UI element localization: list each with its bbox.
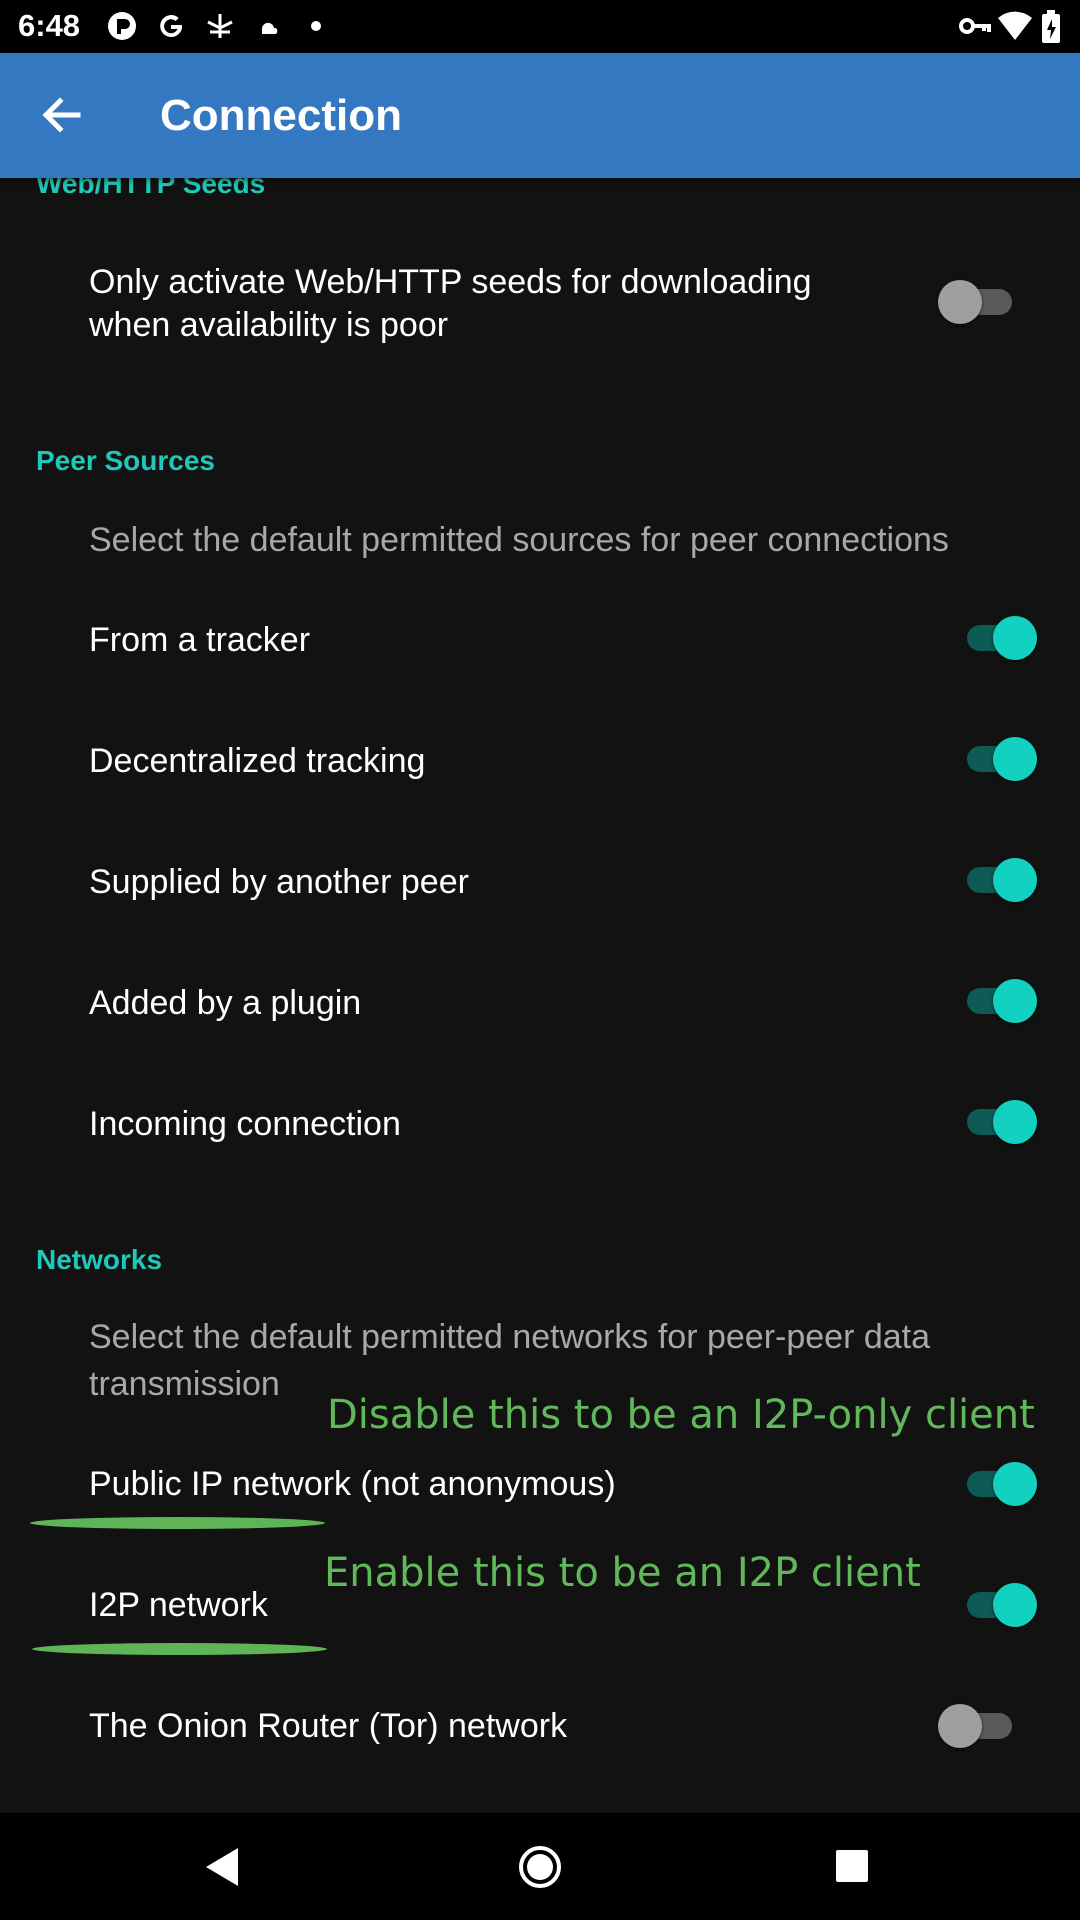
pref-title: The Onion Router (Tor) network	[89, 1707, 568, 1745]
pref-title: Only activate Web/HTTP seeds for downloa…	[89, 263, 812, 344]
i2p-network-toggle[interactable]	[959, 1581, 1039, 1629]
cloud-icon	[261, 22, 278, 34]
app-bar: Connection	[0, 53, 1080, 178]
annotation-i2p: Enable this to be an I2P client	[324, 1550, 921, 1596]
pocket-icon	[108, 12, 136, 40]
peer-sources-summary: Select the default permitted sources for…	[89, 521, 949, 559]
battery-icon	[1042, 10, 1060, 43]
pref-title: Supplied by another peer	[89, 863, 469, 901]
section-header-peer-sources: Peer Sources	[36, 445, 215, 476]
status-time: 6:48	[18, 8, 81, 43]
tor-network-toggle[interactable]	[938, 1702, 1024, 1750]
nav-home-icon[interactable]	[518, 1845, 562, 1889]
pref-title: Decentralized tracking	[89, 742, 426, 780]
status-bar: 6:48	[0, 0, 1080, 53]
vpn-key-icon	[959, 18, 991, 34]
google-icon	[160, 15, 182, 38]
annotation-underline	[32, 1643, 327, 1655]
supplied-by-peer-toggle[interactable]	[959, 856, 1039, 904]
web-seeds-toggle[interactable]	[938, 278, 1024, 326]
annotation-underline	[30, 1517, 325, 1529]
public-ip-network-toggle[interactable]	[959, 1460, 1039, 1508]
decentralized-tracking-toggle[interactable]	[959, 735, 1039, 783]
pref-title: Incoming connection	[89, 1105, 401, 1143]
added-by-plugin-toggle[interactable]	[959, 977, 1039, 1025]
nav-back-icon[interactable]	[202, 1846, 242, 1888]
pref-title: From a tracker	[89, 621, 311, 659]
from-tracker-toggle[interactable]	[959, 614, 1039, 662]
navigation-bar	[0, 1813, 1080, 1920]
pref-title: Public IP network (not anonymous)	[89, 1465, 616, 1503]
annotation-public-ip: Disable this to be an I2P-only client	[327, 1392, 1035, 1438]
settings-list[interactable]: Web/HTTP Seeds Only activate Web/HTTP se…	[0, 178, 1080, 1813]
section-header-networks: Networks	[36, 1244, 163, 1275]
back-button[interactable]	[30, 83, 94, 147]
pref-title: Added by a plugin	[89, 984, 362, 1022]
page-title: Connection	[160, 91, 402, 140]
pref-title: I2P network	[89, 1586, 268, 1624]
section-header-web-seeds: Web/HTTP Seeds	[36, 178, 266, 199]
incoming-connection-toggle[interactable]	[959, 1098, 1039, 1146]
dot-icon	[311, 21, 321, 31]
wifi-icon	[998, 11, 1032, 40]
nav-recents-icon[interactable]	[834, 1848, 870, 1884]
signal-icon	[207, 14, 233, 38]
arrow-back-icon	[42, 97, 81, 133]
